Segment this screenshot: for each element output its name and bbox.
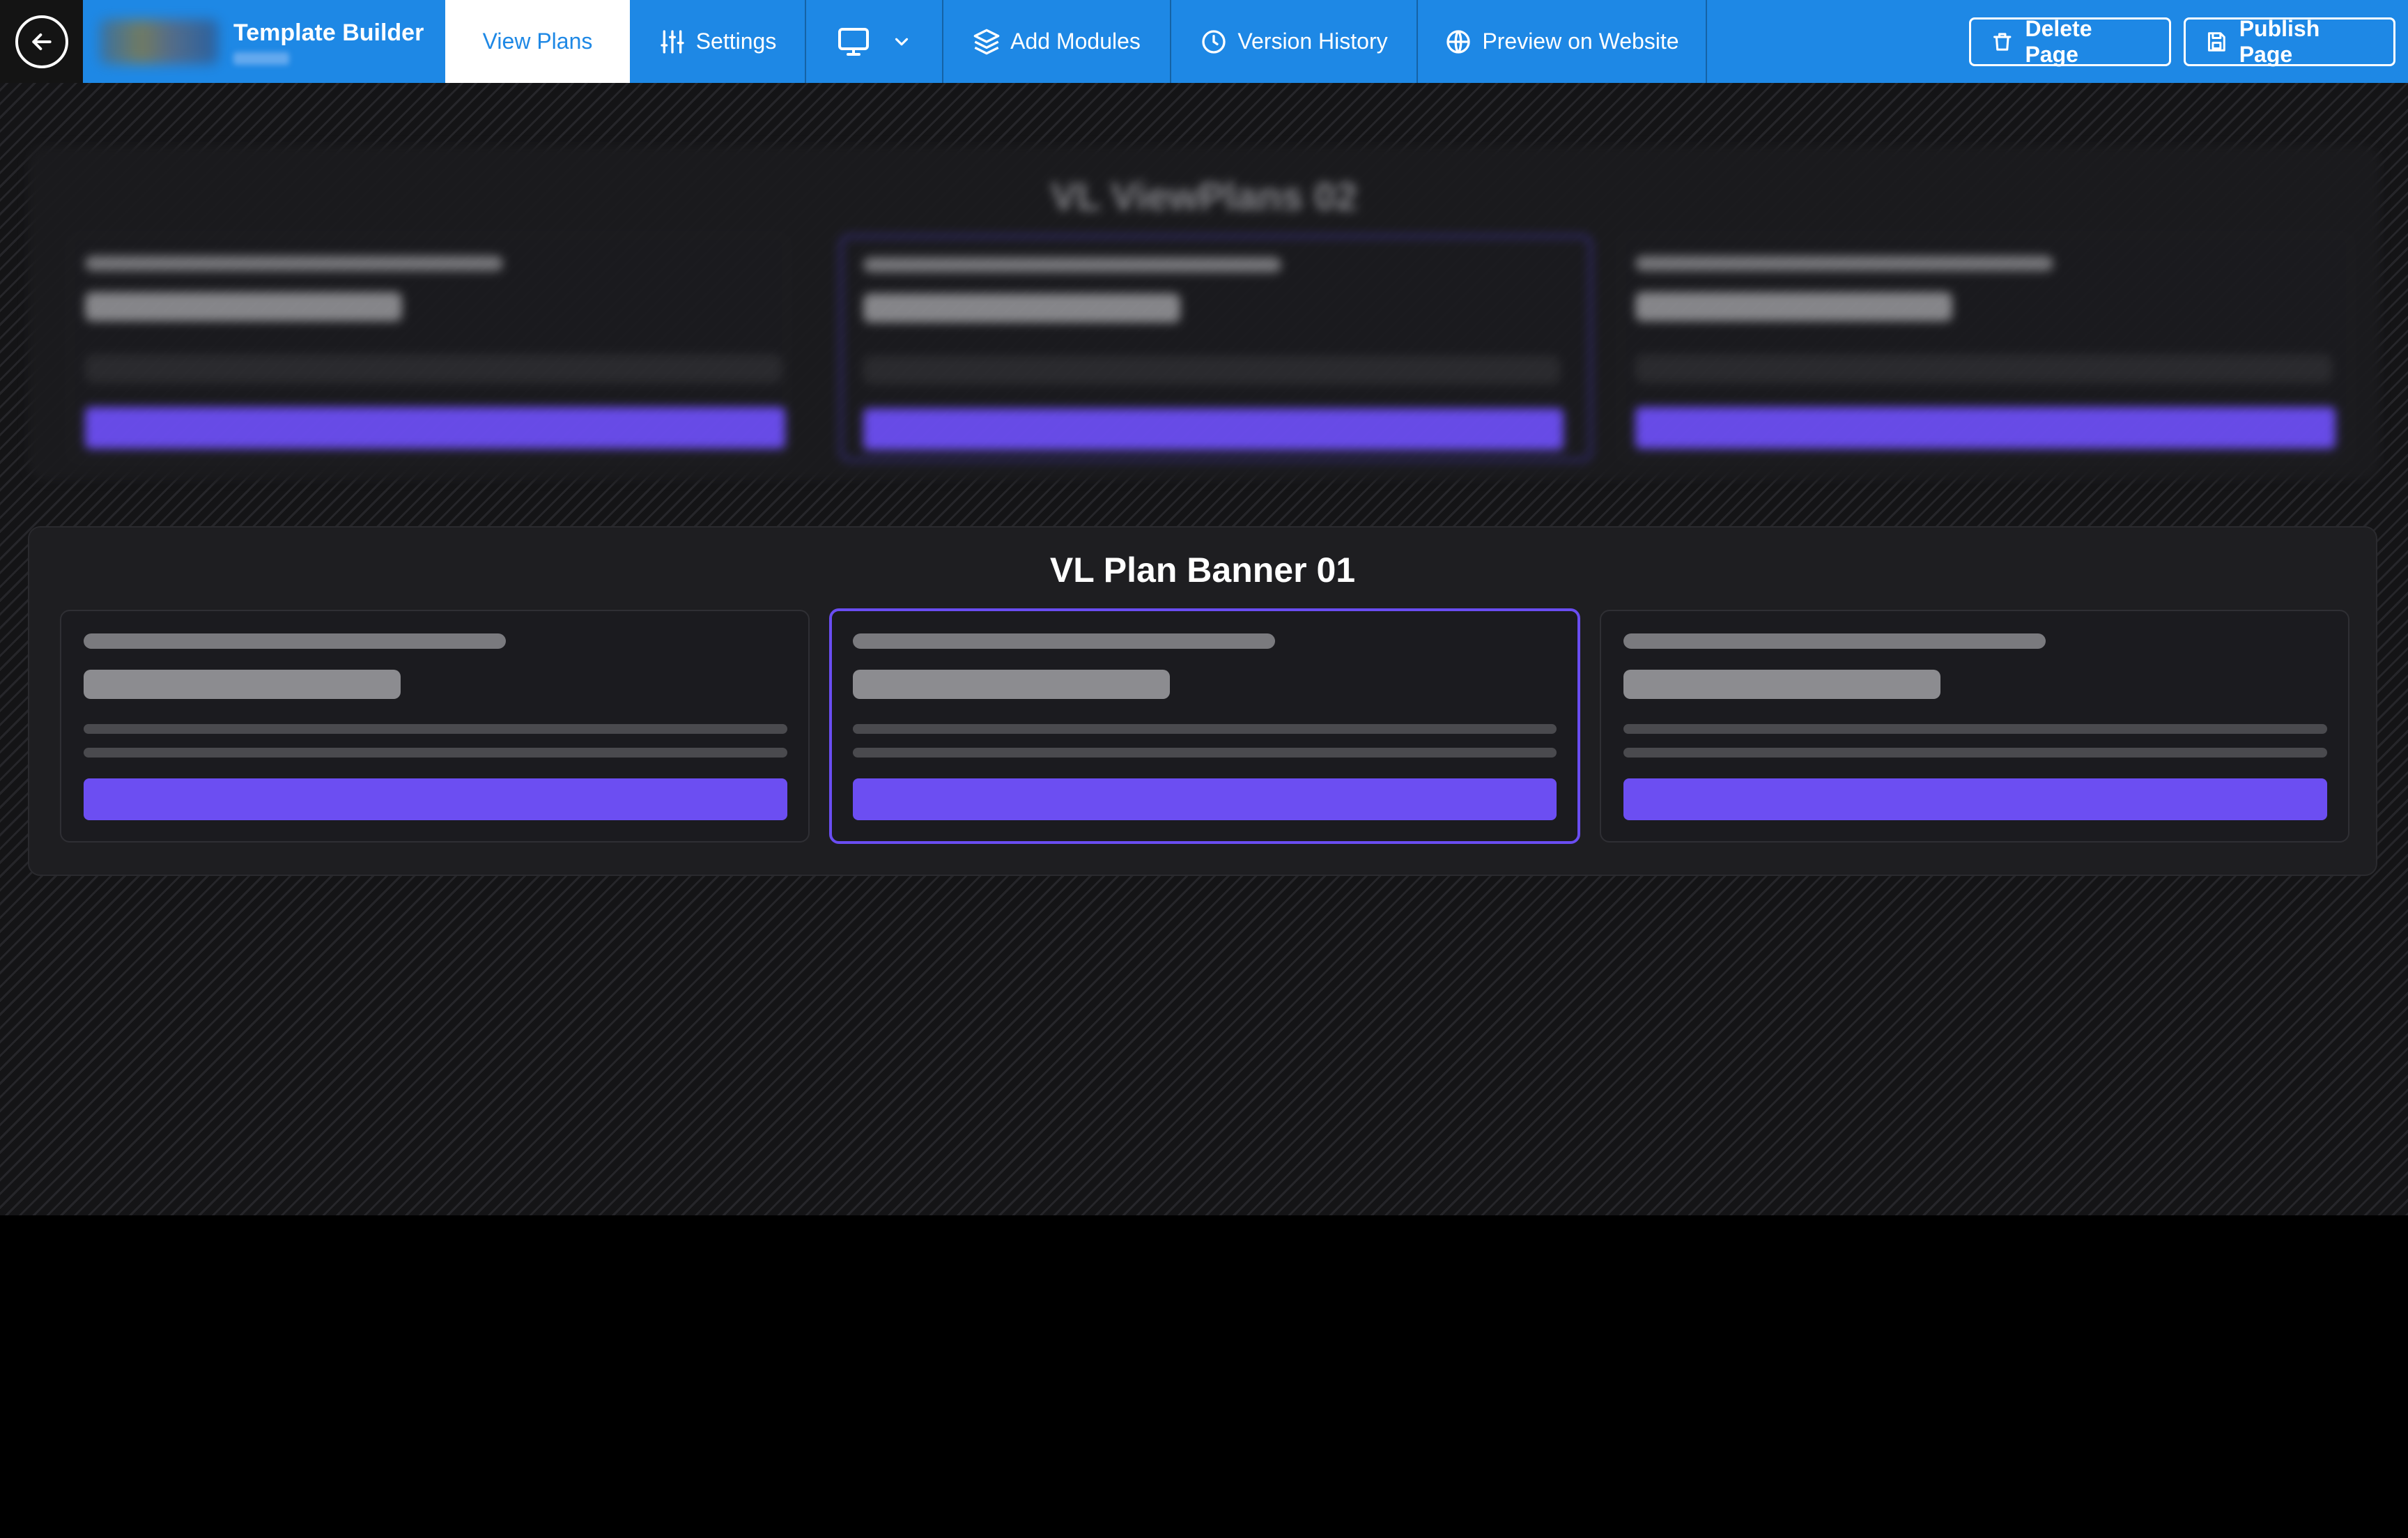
tab-label: Settings	[695, 29, 777, 54]
site-logo	[100, 19, 218, 64]
plan-card[interactable]	[1600, 610, 2349, 843]
builder-canvas: VL ViewPlans 02 VL Plan Banner 01	[0, 83, 2408, 1215]
section-title: VL Plan Banner 01	[1049, 551, 1356, 590]
back-button[interactable]	[15, 15, 68, 68]
plan-card	[840, 235, 1592, 461]
publish-page-label: Publish Page	[2239, 15, 2320, 67]
tab-version-history[interactable]: Version History	[1171, 0, 1418, 83]
app-title: Template Builder	[233, 19, 424, 46]
tab-label: Version History	[1237, 29, 1388, 54]
app-subtitle-blurred	[233, 52, 289, 65]
plan-card-eyebrow-placeholder	[1623, 633, 2046, 649]
tab-add-modules[interactable]: Add Modules	[943, 0, 1171, 83]
plan-card-button-placeholder[interactable]	[853, 778, 1557, 820]
plan-card-eyebrow-placeholder	[853, 633, 1275, 649]
chevron-down-icon	[895, 38, 908, 45]
delete-page-label: Delete Page	[2025, 15, 2092, 67]
plan-card[interactable]	[60, 610, 810, 843]
section-title: VL ViewPlans 02	[1051, 174, 1357, 218]
globe-icon	[1446, 29, 1471, 54]
top-toolbar: Template Builder View Plans Settings Add…	[0, 0, 2408, 83]
plan-card-text-placeholder	[1623, 748, 2327, 758]
device-switcher[interactable]	[806, 0, 943, 83]
plan-card-eyebrow-placeholder	[84, 633, 506, 649]
plan-card-text-placeholder	[1623, 724, 2327, 734]
plan-card-text-placeholder	[853, 748, 1557, 758]
brand: Template Builder	[83, 0, 445, 83]
plan-card	[70, 235, 787, 461]
save-icon	[2207, 31, 2225, 52]
arrow-left-icon	[31, 33, 52, 50]
plan-card-button-placeholder[interactable]	[1623, 778, 2327, 820]
plan-card-selected[interactable]	[829, 608, 1580, 844]
plan-card-title-placeholder	[84, 670, 401, 699]
tab-preview-on-website[interactable]: Preview on Website	[1418, 0, 1707, 83]
plan-card-title-placeholder	[853, 670, 1170, 699]
tab-view-plans[interactable]: View Plans	[445, 0, 630, 83]
section-vl-plan-banner-01[interactable]: VL Plan Banner 01	[28, 526, 2377, 876]
sliders-icon	[661, 29, 684, 54]
plan-card	[1620, 235, 2352, 461]
plan-card-text-placeholder	[84, 748, 787, 758]
publish-page-button[interactable]: Publish Page	[2184, 15, 2395, 67]
plan-card-title-placeholder	[1623, 670, 1940, 699]
back-area	[0, 0, 83, 83]
plan-card-text-placeholder	[84, 724, 787, 734]
layers-icon	[973, 29, 1000, 54]
plan-card-text-placeholder	[853, 724, 1557, 734]
tab-label: View Plans	[482, 29, 593, 54]
section-vl-viewplans-02[interactable]: VL ViewPlans 02	[28, 146, 2380, 480]
clock-icon	[1202, 29, 1226, 54]
monitor-icon	[838, 27, 869, 56]
trash-icon	[1993, 32, 2012, 51]
plan-card-button-placeholder[interactable]	[84, 778, 787, 820]
tab-label: Preview on Website	[1482, 29, 1679, 54]
tab-settings[interactable]: Settings	[630, 0, 806, 83]
delete-page-button[interactable]: Delete Page	[1969, 15, 2171, 67]
tab-label: Add Modules	[1010, 29, 1141, 54]
